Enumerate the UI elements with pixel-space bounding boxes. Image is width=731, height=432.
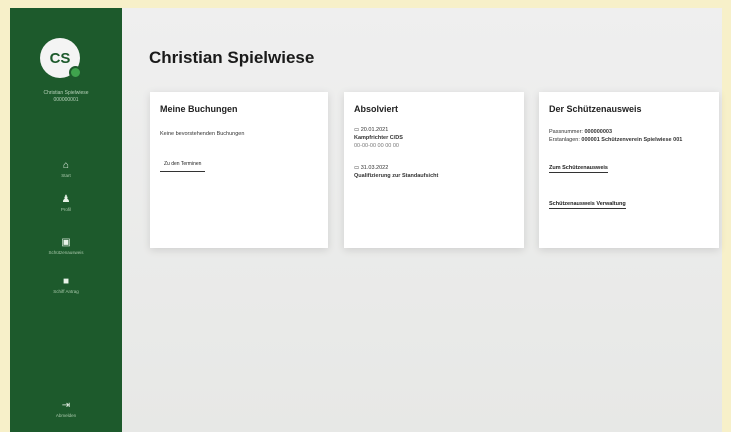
id-card-link[interactable]: Zum Schützenausweis <box>549 165 608 173</box>
sidebar-item-schuetzenausweis[interactable]: ▣ Schützenausweis <box>18 237 114 256</box>
id-card-title: Der Schützenausweis <box>549 104 642 114</box>
completed-entry-date: ▭ 31.03.2022 <box>354 165 389 171</box>
bookings-card-title: Meine Buchungen <box>160 104 238 114</box>
completed-card: Absolviert ▭ 20.01.2021 Kampfrichter C/D… <box>344 92 524 248</box>
sidebar-item-profil[interactable]: ♟ Profil <box>18 194 114 213</box>
completed-entry-name: Qualifizierung zur Standaufsicht <box>354 173 439 179</box>
sidebar-item-start[interactable]: ⌂ Start <box>18 160 114 179</box>
appointments-button[interactable]: Zu den Terminen <box>160 157 206 172</box>
calendar-icon: ▭ <box>354 165 360 171</box>
pass-number: Passnummer: 000000003 <box>549 129 612 135</box>
avatar-initials: CS <box>49 49 71 67</box>
id-card-card: Der Schützenausweis Passnummer: 00000000… <box>539 92 719 248</box>
id-card-icon: ▣ <box>61 237 71 248</box>
completed-entry-name: Kampfrichter C/DS <box>354 135 403 141</box>
calendar-icon: ▭ <box>354 127 360 133</box>
completed-entry-date: ▭ 20.01.2021 <box>354 127 389 133</box>
completed-entry: ▭ 31.03.2022 Qualifizierung zur Standauf… <box>354 164 514 180</box>
document-icon: ■ <box>62 276 70 287</box>
logout-icon: ⇥ <box>61 400 71 411</box>
id-card-admin-link[interactable]: Schützenausweis Verwaltung <box>549 201 626 209</box>
status-badge-icon <box>69 66 82 79</box>
page-title: Christian Spielwiese <box>149 48 315 67</box>
user-name: Christian Spielwiese 000000001 <box>43 90 89 103</box>
logout-label: Abmelden <box>55 413 77 418</box>
bookings-card: Meine Buchungen Keine bevorstehenden Buc… <box>150 92 328 248</box>
avatar[interactable]: CS <box>40 38 82 79</box>
sidebar-item-antrag[interactable]: ■ Schiff Antrag <box>18 276 114 295</box>
completed-entry-detail: 00-00-00 00 00 00 <box>354 143 399 149</box>
sidebar: CS Christian Spielwiese 000000001 ⌂ Star… <box>10 8 122 432</box>
sidebar-item-label: Start <box>61 173 71 178</box>
completed-entry: ▭ 20.01.2021 Kampfrichter C/DS 00-00-00 … <box>354 126 514 150</box>
bookings-empty-text: Keine bevorstehenden Buchungen <box>160 131 245 137</box>
home-icon: ⌂ <box>62 160 70 171</box>
sidebar-item-label: Schützenausweis <box>48 250 84 255</box>
logout-button[interactable]: ⇥ Abmelden <box>18 400 114 419</box>
completed-card-title: Absolviert <box>354 104 399 114</box>
sidebar-item-label: Profil <box>60 207 72 212</box>
user-icon: ♟ <box>61 194 71 205</box>
sidebar-item-label: Schiff Antrag <box>53 289 79 294</box>
holder-info: Erstanlagen: 000001 Schützenverein Spiel… <box>549 137 683 143</box>
main-content: Christian Spielwiese Meine Buchungen Kei… <box>122 8 722 432</box>
